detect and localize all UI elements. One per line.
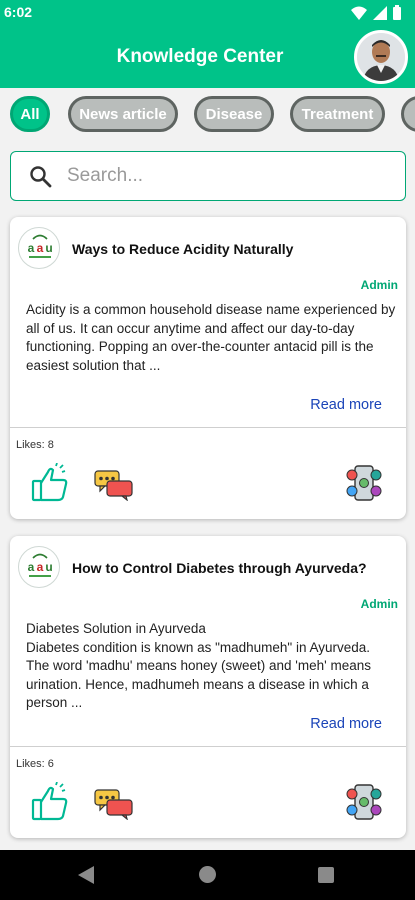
- avatar-image: [357, 33, 405, 81]
- status-icons: [351, 5, 401, 20]
- app-header: 6:02 Knowledge Center: [0, 0, 415, 88]
- card-divider: [10, 427, 406, 428]
- category-filter: All News article Disease Treatment: [0, 96, 415, 134]
- post-author: Admin: [360, 278, 398, 292]
- post-title[interactable]: Ways to Reduce Acidity Naturally: [72, 241, 293, 257]
- svg-text:a: a: [37, 560, 44, 574]
- read-more-link[interactable]: Read more: [310, 716, 382, 732]
- chip-treatment[interactable]: Treatment: [290, 96, 385, 132]
- read-more-link[interactable]: Read more: [310, 397, 382, 413]
- post-card[interactable]: a a u Ways to Reduce Acidity Naturally A…: [10, 217, 406, 519]
- profile-avatar[interactable]: [354, 30, 408, 84]
- share-phone-icon[interactable]: [344, 463, 384, 503]
- signal-icon: [373, 5, 387, 20]
- svg-text:a: a: [28, 560, 35, 574]
- chip-news-article[interactable]: News article: [68, 96, 178, 132]
- chip-all[interactable]: All: [10, 96, 50, 132]
- system-nav-bar: [0, 850, 415, 900]
- post-excerpt: Acidity is a common household disease na…: [26, 302, 396, 373]
- ayurveda-logo: a a u: [18, 227, 60, 269]
- back-icon[interactable]: [78, 866, 94, 884]
- chip-label: All: [20, 105, 40, 123]
- chat-bubbles-icon[interactable]: [94, 788, 134, 820]
- page-title: Knowledge Center: [116, 46, 284, 67]
- svg-text:u: u: [45, 241, 52, 255]
- svg-text:u: u: [45, 560, 52, 574]
- chip-label: News article: [79, 105, 167, 123]
- status-bar: 6:02: [0, 0, 415, 26]
- likes-count: Likes: 6: [16, 758, 54, 770]
- chat-bubbles-icon[interactable]: [94, 469, 134, 501]
- chip-label: Disease: [205, 105, 263, 123]
- thumbs-up-icon[interactable]: [30, 782, 70, 822]
- post-card[interactable]: a a u How to Control Diabetes through Ay…: [10, 536, 406, 838]
- card-divider: [10, 746, 406, 747]
- thumbs-up-icon[interactable]: [30, 463, 70, 503]
- likes-count: Likes: 8: [16, 439, 54, 451]
- home-icon[interactable]: [199, 866, 216, 883]
- recent-apps-icon[interactable]: [318, 867, 334, 883]
- svg-text:a: a: [37, 241, 44, 255]
- chip-disease[interactable]: Disease: [194, 96, 274, 132]
- search-icon: [30, 166, 52, 188]
- search-box: [10, 151, 406, 201]
- chip-more[interactable]: [401, 96, 415, 132]
- share-phone-icon[interactable]: [344, 782, 384, 822]
- post-excerpt: Diabetes Solution in Ayurveda Diabetes c…: [26, 621, 371, 710]
- post-author: Admin: [360, 597, 398, 611]
- battery-icon: [393, 5, 401, 20]
- status-time: 6:02: [4, 4, 33, 20]
- chip-label: Treatment: [301, 105, 374, 123]
- svg-text:a: a: [28, 241, 35, 255]
- post-title[interactable]: How to Control Diabetes through Ayurveda…: [72, 560, 367, 576]
- wifi-icon: [351, 6, 367, 20]
- ayurveda-logo: a a u: [18, 546, 60, 588]
- search-input[interactable]: [67, 162, 387, 190]
